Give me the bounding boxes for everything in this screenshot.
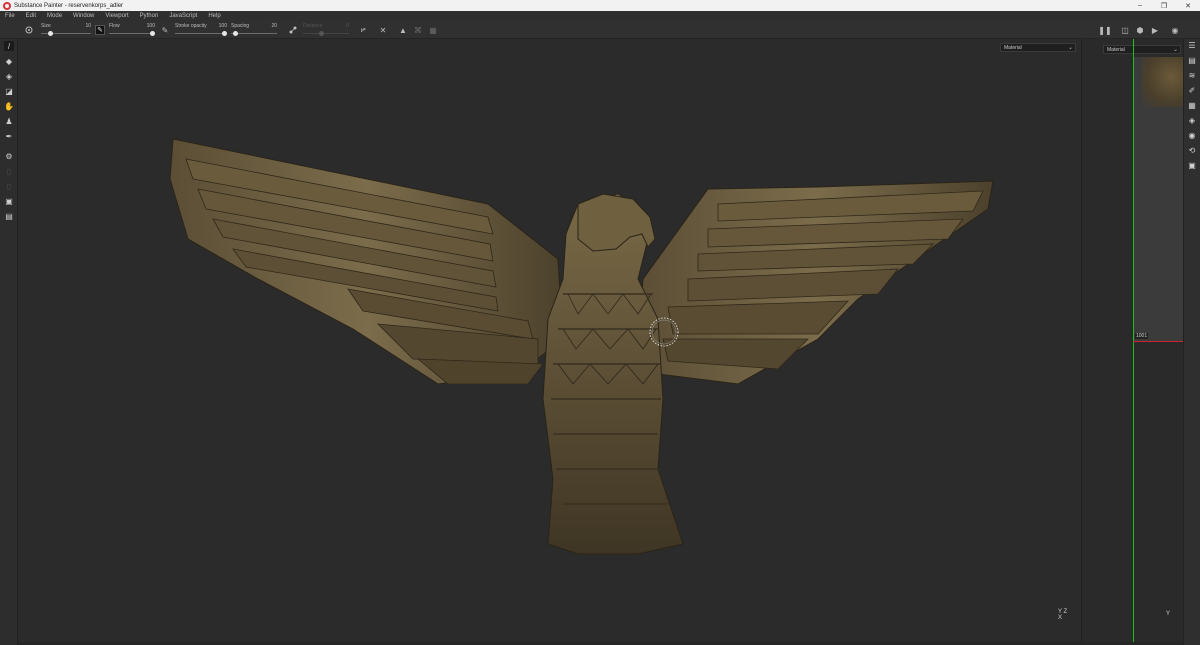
size-value: 10 — [85, 23, 91, 29]
stroke-opacity-value: 100 — [218, 23, 227, 29]
substance-painter-logo-icon — [3, 1, 11, 10]
color-picker-icon[interactable]: ✒ — [4, 131, 14, 141]
size-label: Size — [41, 23, 51, 29]
log-icon[interactable]: ▣ — [1187, 160, 1197, 170]
export-icon[interactable]: ▤ — [4, 211, 14, 221]
menu-file[interactable]: File — [5, 13, 15, 19]
symmetry-icon[interactable]: ⦬ — [358, 25, 368, 35]
lazy-mouse-icon[interactable] — [288, 25, 298, 35]
panel-strip: ☰ ▤ ≋ ✐ ▦ ◈ ◉ ⟲ ▣ — [1183, 39, 1200, 645]
uv-u-axis-line — [1133, 341, 1183, 342]
stroke-opacity-label: Stroke opacity — [175, 23, 207, 29]
spacing-label: Spacing — [231, 23, 250, 29]
spacing-knob[interactable] — [233, 31, 239, 36]
brush-color-swatch[interactable]: ✎ — [95, 25, 105, 35]
texture-set-settings-icon[interactable]: ▤ — [1187, 55, 1197, 65]
alignment-icon[interactable]: ▲ — [398, 25, 408, 35]
flow-value: 100 — [146, 23, 155, 29]
split-view-icon[interactable]: ◫ — [1120, 25, 1130, 35]
flow-label: Flow — [109, 23, 120, 29]
tool-properties-bar: Size 10 ✎ Flow 100 ✎ Stroke opacity 100 … — [0, 21, 1200, 39]
minimize-button[interactable]: – — [1128, 0, 1152, 11]
properties-icon[interactable]: ✐ — [1187, 85, 1197, 95]
flow-slider[interactable]: Flow 100 — [109, 23, 155, 37]
distance-value: 0 — [346, 23, 349, 29]
menu-mode[interactable]: Mode — [47, 13, 62, 19]
texture-set-list-icon[interactable]: ☰ — [1187, 40, 1197, 50]
close-button[interactable]: ✕ — [1176, 0, 1200, 11]
restore-button[interactable]: ❐ — [1152, 0, 1176, 11]
tool-strip: / ◆ ◈ ◪ ✋ ♟ ✒ ⚙ ▯ ▯ ▣ ▤ — [0, 39, 18, 645]
size-slider[interactable]: Size 10 — [41, 23, 91, 37]
history-icon[interactable]: ⟲ — [1187, 145, 1197, 155]
brush-settings-icon[interactable] — [24, 25, 34, 35]
flow-track — [109, 33, 155, 34]
display-settings-icon[interactable]: ▦ — [1187, 100, 1197, 110]
bake-icon: ▯ — [6, 166, 12, 176]
2d-axis-gizmo: Y — [1166, 611, 1171, 617]
menu-edit[interactable]: Edit — [26, 13, 36, 19]
symmetry-toggle-icon[interactable]: ✕ — [378, 25, 388, 35]
title-bar: Substance Painter - reservenkorps_adler … — [0, 0, 1200, 11]
pen-pressure-icon[interactable]: ✎ — [160, 25, 170, 35]
photoshop-icon[interactable]: ▣ — [4, 196, 14, 206]
chevron-down-icon: ⌄ — [1172, 47, 1178, 53]
shader-settings-icon[interactable]: ◈ — [1187, 115, 1197, 125]
window-title: Substance Painter - reservenkorps_adler — [14, 2, 124, 9]
menu-python[interactable]: Python — [140, 13, 159, 19]
distance-track — [303, 33, 349, 34]
menu-help[interactable]: Help — [208, 13, 220, 19]
menu-bar: File Edit Mode Window Viewport Python Ja… — [0, 11, 1200, 21]
2d-viewport[interactable]: Material ⌄ 1001 Y — [1081, 39, 1183, 642]
stroke-opacity-slider[interactable]: Stroke opacity 100 — [175, 23, 227, 37]
eraser-icon[interactable]: ◆ — [4, 56, 14, 66]
menu-javascript[interactable]: JavaScript — [169, 13, 197, 19]
stroke-opacity-knob[interactable] — [222, 31, 227, 36]
settings-icon[interactable]: ⚙ — [4, 151, 14, 161]
menu-window[interactable]: Window — [73, 13, 94, 19]
bake-dim-icon: ▯ — [6, 181, 12, 191]
3d-axis-gizmo: Y Z X — [1058, 609, 1068, 621]
3d-viewport[interactable]: Material ⌄ Y Z X — [18, 39, 1080, 642]
eagle-model[interactable] — [18, 39, 1080, 642]
link-icon[interactable]: ⌘ — [413, 25, 423, 35]
distance-knob — [319, 31, 325, 36]
pause-icon[interactable]: ❚❚ — [1098, 25, 1111, 35]
distance-label: Distance — [303, 23, 323, 29]
layers-icon[interactable]: ≋ — [1187, 70, 1197, 80]
uv-texture-preview — [1142, 57, 1183, 107]
2d-channel-value: Material — [1107, 46, 1125, 53]
uv-tile-label: 1001 — [1135, 333, 1149, 339]
screenshot-icon[interactable]: ◉ — [1170, 25, 1180, 35]
mesh-icon[interactable]: ▦ — [428, 25, 438, 35]
projection-icon[interactable]: ◈ — [4, 71, 14, 81]
2d-viewport-channel-select[interactable]: Material ⌄ — [1103, 45, 1181, 54]
spacing-value: 20 — [271, 23, 277, 29]
camera-3d-icon[interactable]: ⬢ — [1135, 25, 1145, 35]
spacing-slider[interactable]: Spacing 20 — [231, 23, 277, 37]
environment-icon[interactable]: ◉ — [1187, 130, 1197, 140]
paint-brush-icon[interactable]: / — [4, 41, 14, 51]
polygon-fill-icon[interactable]: ◪ — [4, 86, 14, 96]
menu-viewport[interactable]: Viewport — [105, 13, 128, 19]
flow-knob[interactable] — [150, 31, 155, 36]
distance-slider: Distance 0 — [303, 23, 349, 37]
video-camera-icon[interactable]: ▶ — [1150, 25, 1160, 35]
clone-stamp-icon[interactable]: ♟ — [4, 116, 14, 126]
smudge-icon[interactable]: ✋ — [4, 101, 14, 111]
size-knob[interactable] — [47, 31, 53, 36]
window-controls: – ❐ ✕ — [1128, 0, 1200, 11]
stroke-opacity-track — [175, 33, 227, 34]
